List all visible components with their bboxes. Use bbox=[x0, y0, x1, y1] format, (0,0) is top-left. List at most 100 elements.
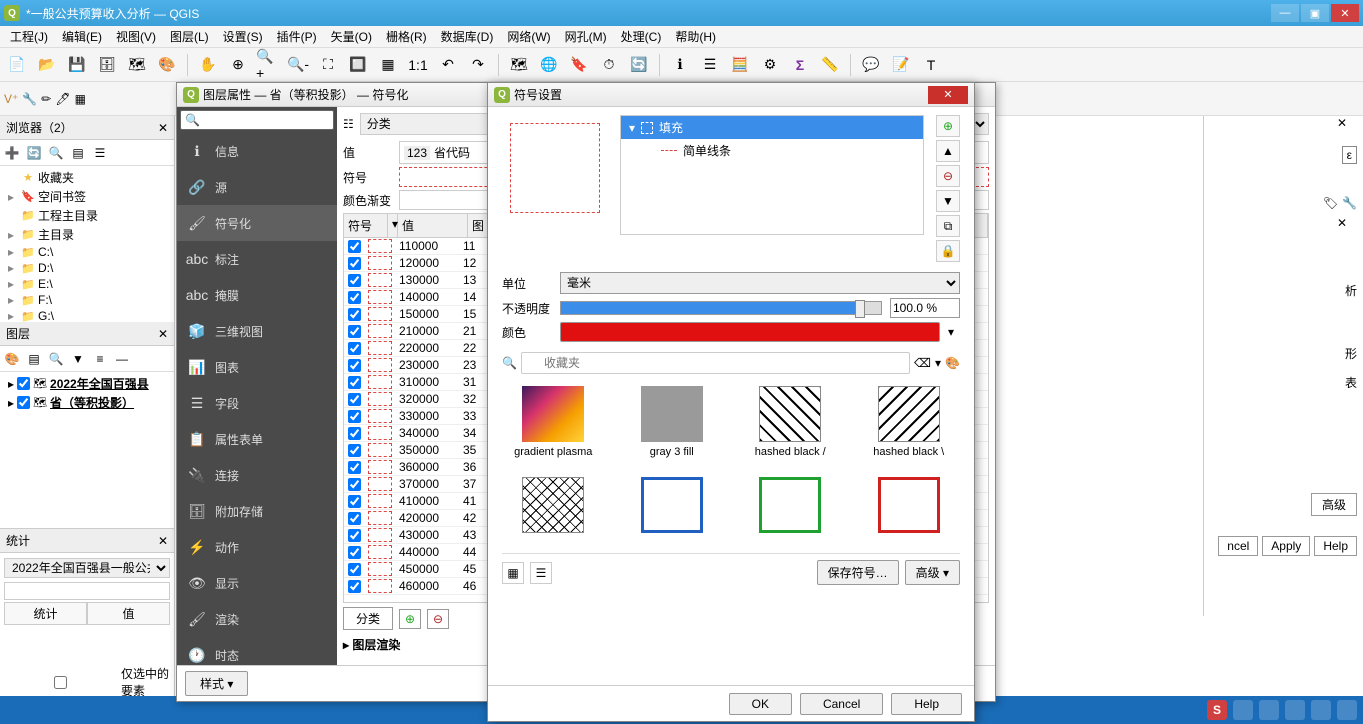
nav-item[interactable]: 🕐时态 bbox=[177, 637, 337, 665]
nav-item[interactable]: abc标注 bbox=[177, 241, 337, 277]
menu-item[interactable]: 设置(S) bbox=[217, 26, 269, 47]
swatch-hashed-back[interactable]: hashed black \ bbox=[864, 386, 955, 459]
layers-tree[interactable]: ▸🗺2022年全国百强县 ▸🗺省（等积投影） bbox=[0, 372, 174, 528]
menu-item[interactable]: 视图(V) bbox=[110, 26, 162, 47]
epsilon-button[interactable]: ε bbox=[1342, 146, 1357, 164]
zoom-last-button[interactable]: ↶ bbox=[435, 52, 461, 78]
classify-button[interactable]: 分类 bbox=[343, 607, 393, 630]
stats-button[interactable]: Σ bbox=[787, 52, 813, 78]
panel-close-icon[interactable]: ✕ bbox=[1337, 116, 1347, 130]
tray-icon[interactable] bbox=[1285, 700, 1305, 720]
stats-field-input[interactable] bbox=[4, 582, 170, 600]
list-view-button[interactable]: ☰ bbox=[530, 562, 552, 584]
swatch-gray-fill[interactable]: gray 3 fill bbox=[627, 386, 718, 459]
cancel-button[interactable]: ncel bbox=[1218, 536, 1258, 556]
layer-checkbox[interactable] bbox=[17, 377, 30, 390]
style-manager-icon[interactable]: 🎨 bbox=[945, 356, 960, 370]
swatch-outline-green[interactable] bbox=[745, 477, 836, 537]
add-layer-icon[interactable]: ➕ bbox=[2, 143, 22, 163]
style-menu-button[interactable]: 样式 ▾ bbox=[185, 671, 248, 696]
nav-item[interactable]: 🔗源 bbox=[177, 169, 337, 205]
expand-icon[interactable]: ≡ bbox=[90, 349, 110, 369]
menu-item[interactable]: 处理(C) bbox=[615, 26, 668, 47]
zoom-selection-button[interactable]: 🔲 bbox=[345, 52, 371, 78]
filter-icon[interactable]: 🔍 bbox=[46, 143, 66, 163]
menu-item[interactable]: 网络(W) bbox=[501, 26, 556, 47]
color-button[interactable] bbox=[560, 322, 940, 342]
maptip-button[interactable]: 💬 bbox=[858, 52, 884, 78]
tray-icon[interactable] bbox=[1337, 700, 1357, 720]
vector-tools-button[interactable]: 🔧 bbox=[22, 92, 37, 106]
nav-item[interactable]: abc掩膜 bbox=[177, 277, 337, 313]
temporal-button[interactable]: ⏱ bbox=[596, 52, 622, 78]
opacity-slider[interactable] bbox=[560, 301, 882, 315]
help-button[interactable]: Help bbox=[891, 693, 962, 715]
layout-button[interactable]: 🗺 bbox=[124, 52, 150, 78]
panel-close-icon[interactable]: ✕ bbox=[158, 121, 168, 135]
grid-view-button[interactable]: ▦ bbox=[502, 562, 524, 584]
pan-button[interactable]: ✋ bbox=[195, 52, 221, 78]
add-class-button[interactable]: ⊕ bbox=[399, 609, 421, 629]
tag-icon[interactable]: 🏷 bbox=[1323, 196, 1338, 210]
open-project-button[interactable]: 📂 bbox=[34, 52, 60, 78]
layer-checkbox[interactable] bbox=[17, 396, 30, 409]
filter-layer-icon[interactable]: ▤ bbox=[24, 349, 44, 369]
remove-icon[interactable]: — bbox=[112, 349, 132, 369]
nav-search-input[interactable] bbox=[180, 110, 334, 130]
menu-item[interactable]: 栅格(R) bbox=[380, 26, 433, 47]
panel-close-icon[interactable]: ✕ bbox=[158, 327, 168, 341]
menu-item[interactable]: 数据库(D) bbox=[435, 26, 500, 47]
ok-button[interactable]: OK bbox=[729, 693, 792, 715]
menu-item[interactable]: 编辑(E) bbox=[56, 26, 108, 47]
zoom-layer-button[interactable]: ▦ bbox=[375, 52, 401, 78]
menu-item[interactable]: 矢量(O) bbox=[325, 26, 378, 47]
identify-button[interactable]: ℹ bbox=[667, 52, 693, 78]
new-map-button[interactable]: 🗺 bbox=[506, 52, 532, 78]
zoom-native-button[interactable]: 1:1 bbox=[405, 52, 431, 78]
apply-button[interactable]: Apply bbox=[1262, 536, 1310, 556]
remove-layer-button[interactable]: ⊖ bbox=[936, 165, 960, 187]
nav-item[interactable]: ☰字段 bbox=[177, 385, 337, 421]
nav-item[interactable]: 🖌符号化 bbox=[177, 205, 337, 241]
menu-item[interactable]: 插件(P) bbox=[271, 26, 323, 47]
selected-only-checkbox[interactable] bbox=[4, 676, 117, 689]
help-button[interactable]: Help bbox=[1314, 536, 1357, 556]
text-button[interactable]: T bbox=[918, 52, 944, 78]
digitize-button[interactable]: 🖊 bbox=[55, 92, 70, 106]
browser-tree[interactable]: ★收藏夹 ▸🔖空间书签 📁工程主目录 ▸📁主目录 ▸📁C:\ ▸📁D:\ ▸📁E… bbox=[0, 166, 174, 322]
layer-item[interactable]: 2022年全国百强县 bbox=[50, 375, 149, 392]
bookmark-button[interactable]: 🔖 bbox=[566, 52, 592, 78]
swatch-hashed-fwd[interactable]: hashed black / bbox=[745, 386, 836, 459]
stats-value-button[interactable]: 值 bbox=[87, 602, 170, 625]
unit-select[interactable]: 毫米 bbox=[560, 272, 960, 294]
move-down-button[interactable]: ▼ bbox=[936, 190, 960, 212]
nav-item[interactable]: 📋属性表单 bbox=[177, 421, 337, 457]
menu-item[interactable]: 工程(J) bbox=[4, 26, 54, 47]
nav-item[interactable]: 🗄附加存储 bbox=[177, 493, 337, 529]
nav-item[interactable]: 📊图表 bbox=[177, 349, 337, 385]
tray-icon[interactable] bbox=[1259, 700, 1279, 720]
nav-item[interactable]: 🧊三维视图 bbox=[177, 313, 337, 349]
save-as-button[interactable]: 🗄 bbox=[94, 52, 120, 78]
zoom-full-button[interactable]: ⛶ bbox=[315, 52, 341, 78]
style-manager-button[interactable]: 🎨 bbox=[154, 52, 180, 78]
swatch-outline-blue[interactable] bbox=[627, 477, 718, 537]
close-button[interactable]: ✕ bbox=[928, 86, 968, 104]
symbol-layer-tree[interactable]: ▾填充 简单线条 bbox=[620, 115, 924, 235]
swatch-cross[interactable] bbox=[508, 477, 599, 537]
zoom-out-button[interactable]: 🔍- bbox=[285, 52, 311, 78]
zoom-in-button[interactable]: 🔍+ bbox=[255, 52, 281, 78]
tray-icon[interactable] bbox=[1311, 700, 1331, 720]
new-3d-button[interactable]: 🌐 bbox=[536, 52, 562, 78]
symbol-gallery[interactable]: gradient plasma gray 3 fill hashed black… bbox=[502, 380, 960, 543]
nav-item[interactable]: ℹ信息 bbox=[177, 133, 337, 169]
toolbox-button[interactable]: ⚙ bbox=[757, 52, 783, 78]
style-icon[interactable]: 🎨 bbox=[2, 349, 22, 369]
nav-item[interactable]: ⚡动作 bbox=[177, 529, 337, 565]
favorites-search-input[interactable] bbox=[521, 352, 910, 374]
maximize-button[interactable]: ▣ bbox=[1301, 4, 1329, 22]
edit-vertex-button[interactable]: ✏ bbox=[41, 92, 51, 106]
field-calc-button[interactable]: 🧮 bbox=[727, 52, 753, 78]
refresh-browser-icon[interactable]: 🔄 bbox=[24, 143, 44, 163]
tray-icon[interactable] bbox=[1233, 700, 1253, 720]
